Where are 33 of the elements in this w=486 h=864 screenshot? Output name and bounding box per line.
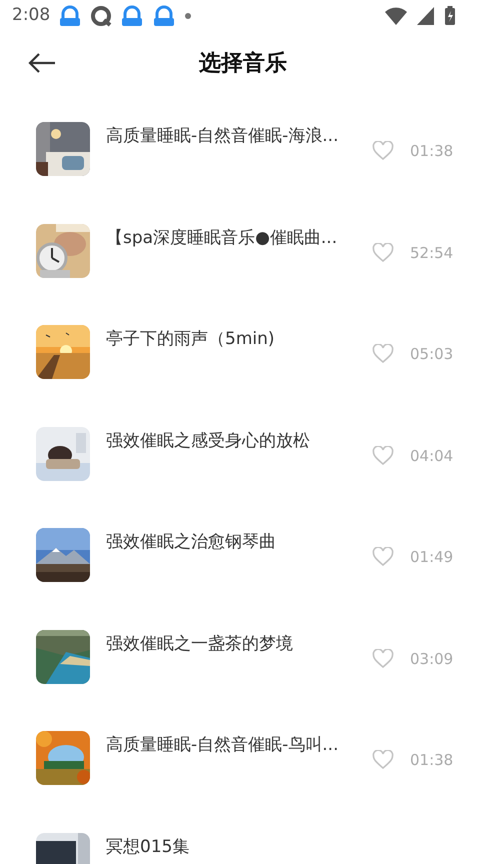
song-duration: 01:38: [410, 750, 450, 771]
favorite-button[interactable]: [372, 446, 394, 466]
song-duration: 01:49: [410, 547, 450, 568]
notification-app-icon: [90, 5, 112, 27]
page-title: 选择音乐: [199, 50, 287, 78]
battery-icon: [444, 6, 456, 26]
notification-app-icon: [58, 5, 82, 27]
favorite-button[interactable]: [372, 750, 394, 770]
song-title[interactable]: 亭子下的雨声（5min): [106, 328, 356, 350]
song-title[interactable]: 高质量睡眠-自然音催眠-鸟叫...: [106, 734, 356, 756]
song-title[interactable]: 【spa深度睡眠音乐●催眠曲...: [106, 226, 356, 248]
notification-app-icon: [120, 5, 144, 27]
song-title[interactable]: 强效催眠之一盏茶的梦境: [106, 632, 356, 654]
song-title[interactable]: 强效催眠之感受身心的放松: [106, 430, 356, 452]
signal-icon: [416, 6, 436, 26]
song-title[interactable]: 高质量睡眠-自然音催眠-海浪...: [106, 125, 356, 147]
favorite-button[interactable]: [372, 648, 394, 669]
song-title[interactable]: 冥想015集: [106, 836, 450, 858]
notification-app-icon: [152, 5, 176, 27]
back-button[interactable]: [28, 53, 56, 73]
more-notifications-icon: [184, 12, 192, 20]
favorite-button[interactable]: [372, 242, 394, 263]
favorite-button[interactable]: [372, 344, 394, 364]
song-duration: 03:09: [410, 648, 450, 670]
song-duration: 05:03: [410, 344, 450, 365]
status-time: 2:08: [12, 4, 50, 28]
favorite-button[interactable]: [372, 547, 394, 568]
song-duration: 52:54: [410, 242, 450, 264]
song-duration: 01:38: [410, 141, 450, 162]
wifi-icon: [384, 6, 408, 26]
song-duration: 04:04: [410, 446, 450, 466]
song-title[interactable]: 强效催眠之治愈钢琴曲: [106, 531, 356, 553]
favorite-button[interactable]: [372, 141, 394, 162]
